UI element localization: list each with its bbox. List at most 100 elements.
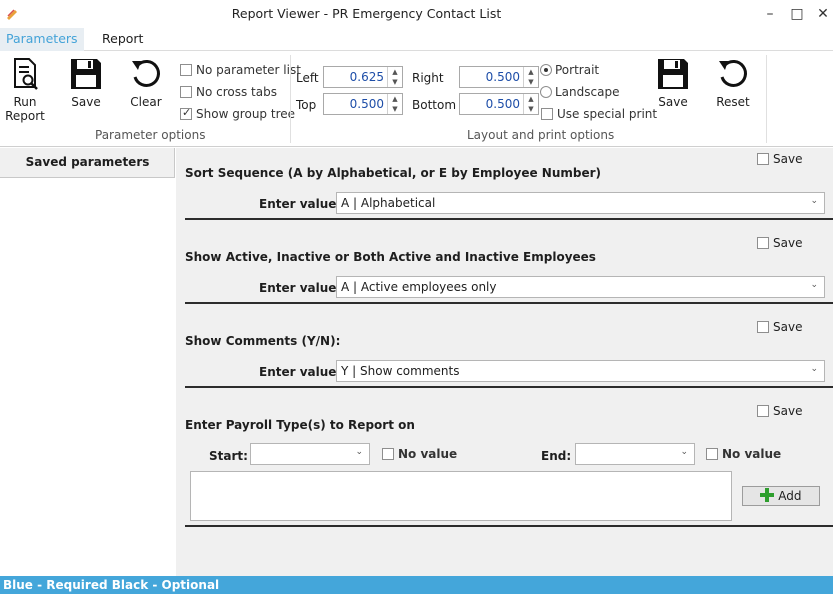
spin-arrows-icon[interactable]: ▲ ▼ [387, 94, 402, 114]
checkbox-box[interactable] [706, 448, 718, 460]
save-label: Save [71, 95, 101, 109]
save-layout-button[interactable]: Save [653, 57, 693, 109]
checkbox-label: Use special print [557, 107, 658, 121]
spin-arrows-icon[interactable]: ▲ ▼ [523, 67, 538, 87]
right-margin-input[interactable]: 0.500 ▲ ▼ [459, 66, 539, 88]
use-special-print-checkbox[interactable]: Use special print [541, 107, 657, 121]
active-status-dropdown[interactable]: A | Active employees only ⌄ [336, 276, 825, 298]
checkbox-box[interactable] [382, 448, 394, 460]
checkbox-label: No value [398, 447, 458, 461]
run-report-label-2: Report [5, 109, 45, 123]
saved-parameters-list[interactable] [0, 177, 175, 576]
start-no-value-checkbox[interactable]: No value [382, 447, 457, 461]
bottom-margin-input[interactable]: 0.500 ▲ ▼ [459, 93, 539, 115]
reset-button[interactable]: Reset [713, 57, 753, 109]
checkbox-box[interactable] [180, 64, 192, 76]
left-margin-input[interactable]: 0.625 ▲ ▼ [323, 66, 403, 88]
save-icon [71, 59, 101, 89]
section-title: Enter Payroll Type(s) to Report on [185, 418, 415, 432]
layout-options-group-label: Layout and print options [467, 128, 615, 142]
reset-icon [719, 60, 747, 87]
save-checkbox-label: Save [773, 152, 803, 166]
add-label: Add [778, 489, 802, 503]
portrait-radio[interactable]: Portrait [540, 63, 599, 77]
save-layout-label: Save [658, 95, 688, 109]
checkbox-box[interactable] [757, 321, 769, 333]
section-divider [185, 525, 833, 527]
reset-label: Reset [716, 95, 750, 109]
show-comments-dropdown[interactable]: Y | Show comments ⌄ [336, 360, 825, 382]
bottom-margin-label: Bottom [412, 98, 457, 112]
clear-button[interactable]: Clear [126, 57, 166, 109]
clear-label: Clear [130, 95, 162, 109]
close-button[interactable]: ✕ [808, 3, 833, 25]
checkbox-box[interactable] [757, 237, 769, 249]
checkbox-box[interactable] [180, 86, 192, 98]
no-cross-tabs-checkbox[interactable]: No cross tabs [180, 85, 277, 99]
checkbox-label: No parameter list [196, 63, 301, 77]
end-no-value-checkbox[interactable]: No value [706, 447, 781, 461]
checkbox-box[interactable] [757, 153, 769, 165]
payroll-types-list[interactable] [190, 471, 732, 521]
ribbon: Run Report Save Clear No parameter list … [0, 51, 833, 147]
run-report-button[interactable]: Run Report [4, 57, 46, 123]
section-title: Sort Sequence (A by Alphabetical, or E b… [185, 166, 602, 180]
enter-value-label: Enter value: [259, 281, 342, 295]
left-margin-value: 0.625 [349, 70, 384, 84]
show-group-tree-checkbox[interactable]: Show group tree [180, 106, 295, 121]
radio-circle[interactable] [540, 86, 552, 98]
chevron-down-icon: ⌄ [680, 447, 688, 457]
top-margin-input[interactable]: 0.500 ▲ ▼ [323, 93, 403, 115]
section-divider [185, 302, 833, 304]
minimize-button[interactable]: – [755, 3, 785, 25]
checkbox-box[interactable] [180, 106, 192, 120]
checkbox-box[interactable] [757, 405, 769, 417]
no-parameter-list-checkbox[interactable]: No parameter list [180, 63, 301, 77]
tab-parameters[interactable]: Parameters [0, 28, 84, 51]
save-checkbox[interactable]: Save [757, 152, 802, 166]
tab-report[interactable]: Report [96, 28, 149, 51]
saved-parameters-panel: Saved parameters [0, 148, 175, 576]
left-margin-label: Left [296, 71, 319, 85]
saved-parameters-title: Saved parameters [25, 155, 150, 169]
checkbox-box[interactable] [541, 108, 553, 120]
start-label: Start: [209, 449, 248, 463]
save-icon [658, 59, 688, 89]
window-title: Report Viewer - PR Emergency Contact Lis… [231, 6, 502, 21]
top-margin-value: 0.500 [349, 97, 384, 111]
chevron-down-icon: ⌄ [355, 447, 363, 457]
top-margin-label: Top [296, 98, 317, 112]
checkbox-label: No value [722, 447, 782, 461]
tab-strip: Parameters Report [0, 28, 833, 51]
radio-label: Portrait [555, 63, 600, 77]
dropdown-value: A | Active employees only [341, 280, 497, 294]
enter-value-label: Enter value: [259, 365, 342, 379]
end-dropdown[interactable]: ⌄ [575, 443, 695, 465]
dropdown-value: Y | Show comments [341, 364, 460, 378]
parameters-panel: Save Sort Sequence (A by Alphabetical, o… [176, 148, 833, 576]
end-label: End: [541, 449, 572, 463]
checkbox-label: No cross tabs [196, 85, 277, 99]
dropdown-value: A | Alphabetical [341, 196, 436, 210]
radio-circle[interactable] [540, 64, 552, 76]
save-checkbox-label: Save [773, 236, 803, 250]
section-title: Show Active, Inactive or Both Active and… [185, 250, 596, 264]
chevron-down-icon: ⌄ [810, 364, 818, 374]
spin-arrows-icon[interactable]: ▲ ▼ [523, 94, 538, 114]
save-checkbox[interactable]: Save [757, 236, 802, 250]
start-dropdown[interactable]: ⌄ [250, 443, 370, 465]
save-checkbox[interactable]: Save [757, 320, 802, 334]
chevron-down-icon: ⌄ [810, 280, 818, 290]
landscape-radio[interactable]: Landscape [540, 85, 619, 99]
add-button[interactable]: Add [742, 486, 820, 506]
save-checkbox[interactable]: Save [757, 404, 802, 418]
status-bar: Blue - Required Black - Optional [0, 576, 833, 594]
sort-sequence-dropdown[interactable]: A | Alphabetical ⌄ [336, 192, 825, 214]
save-parameters-button[interactable]: Save [66, 57, 106, 109]
section-divider [185, 218, 833, 220]
spin-arrows-icon[interactable]: ▲ ▼ [387, 67, 402, 87]
run-report-label-1: Run [13, 95, 37, 109]
checkbox-label: Show group tree [196, 107, 295, 121]
save-checkbox-label: Save [773, 404, 803, 418]
run-report-icon [14, 58, 38, 90]
